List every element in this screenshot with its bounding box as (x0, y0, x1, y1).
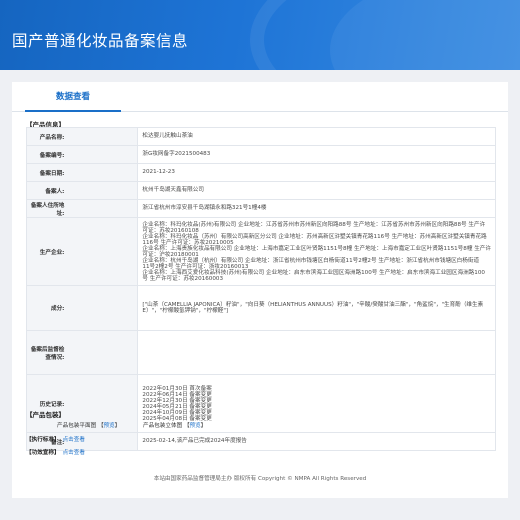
table-row: 产品名称: 松达婴儿抚触山茶油 (25, 127, 496, 146)
packaging-stereo-label: 产品包装立体图 (143, 423, 183, 429)
page-header: 国产普通化妆品备案信息 (0, 0, 520, 70)
table-row: 备案日期: 2021-12-23 (25, 163, 496, 182)
content-card: 数据查看 【产品信息】 产品名称: 松达婴儿抚触山茶油 备案编号: 浙G妆网备字… (12, 82, 508, 498)
tab-data-view[interactable]: 数据查看 (25, 82, 121, 112)
section-title-packaging: 【产品包装】 (26, 411, 65, 419)
row-label: 成分: (25, 285, 139, 331)
producer-line: 号 生产许可证：苏妆20160003 (142, 275, 223, 282)
table-row: 备案人住所地址: 浙江省杭州市淳安县千岛湖镇永和路321号1幢4楼 (25, 199, 496, 218)
producer-line: 企业名称：科玛化妆品(苏州)有限公司 企业地址：江苏省苏州市苏州新区向阳路88号… (142, 221, 486, 228)
standard-view-link[interactable]: 点击查看 (63, 437, 85, 443)
packaging-stereo: 产品包装立体图 【预览】 (143, 423, 207, 429)
producer-line: 企业名称：上海西艾爱化妆品科技(苏州)有限公司 企业地址：启东市滨海工业园区海洲… (142, 269, 485, 276)
producer-line: 企业名称：上海贵族化妆品有限公司 企业地址：上海市嘉定工业区叶贤路1151号8幢… (142, 245, 491, 252)
ingredients-value: ["山茶（CAMELLIA JAPONICA）籽油"，"向日葵（HELIANTH… (137, 285, 496, 331)
packaging-flat-label: 产品包装平面图 (57, 423, 97, 429)
inspection-value (137, 330, 496, 375)
ingredients-line: E）"，"柠檬酸氢钾钠"，"柠檬醛"] (142, 308, 229, 314)
row-label: 备案后监督检查情况: (25, 330, 139, 375)
row-value: 2021-12-23 (137, 163, 496, 182)
table-row: 备注: 2025-02-14,该产品已完成2024年度报告 (25, 432, 496, 451)
row-value: 浙G妆网备字2021500483 (137, 145, 496, 164)
row-label: 备案日期: (25, 163, 139, 182)
remark-value: 2025-02-14,该产品已完成2024年度报告 (137, 432, 496, 451)
row-value: 杭州千岛湖天鑫有限公司 (137, 181, 496, 200)
standard-label: 【执行标准】 (26, 437, 60, 443)
efficacy-view-link[interactable]: 点击查看 (63, 450, 85, 456)
tab-bar: 数据查看 (12, 82, 508, 112)
row-value: 浙江省杭州市淳安县千岛湖镇永和路321号1幢4楼 (137, 199, 496, 218)
producer-list: 企业名称：科玛化妆品(苏州)有限公司 企业地址：江苏省苏州市苏州新区向阳路88号… (137, 217, 496, 286)
row-label: 备案人: (25, 181, 139, 200)
table-row: 成分: ["山茶（CAMELLIA JAPONICA）籽油"，"向日葵（HELI… (25, 285, 496, 331)
row-value: 松达婴儿抚触山茶油 (137, 127, 496, 146)
table-row: 备案人: 杭州千岛湖天鑫有限公司 (25, 181, 496, 200)
row-label: 生产企业: (25, 217, 139, 286)
page-footer: 本站由国家药品监督管理局主办 版权所有 Copyright © NMPA All… (153, 476, 367, 482)
efficacy-label: 【功效宣称】 (26, 450, 60, 456)
packaging-flat: 产品包装平面图 【预览】 (57, 423, 121, 429)
row-label: 备案人住所地址: (25, 199, 139, 218)
producer-line: 企业名称：杭州千岛湖（杭州）有限公司 企业地址：浙江省杭州市钱塘区白杨街道11号… (142, 257, 480, 264)
producer-line: 企业名称：科玛化妆品（苏州）有限公司高新区分公司 企业地址：苏州高新区浒墅关镇青… (142, 233, 487, 240)
table-row: 生产企业: 企业名称：科玛化妆品(苏州)有限公司 企业地址：江苏省苏州市苏州新区… (25, 217, 496, 286)
efficacy-row: 【功效宣称】 点击查看 (26, 448, 85, 456)
product-info-table: 产品名称: 松达婴儿抚触山茶油 备案编号: 浙G妆网备字2021500483 备… (25, 127, 496, 451)
header-decoration (330, 0, 520, 70)
table-row: 备案编号: 浙G妆网备字2021500483 (25, 145, 496, 164)
row-label: 产品名称: (25, 127, 139, 146)
table-row: 备案后监督检查情况: (25, 330, 496, 375)
row-label: 备案编号: (25, 145, 139, 164)
page-title: 国产普通化妆品备案信息 (12, 32, 189, 50)
packaging-flat-preview-link[interactable]: 预览 (104, 423, 115, 429)
standard-row: 【执行标准】 点击查看 (26, 435, 85, 443)
packaging-stereo-preview-link[interactable]: 预览 (190, 423, 201, 429)
